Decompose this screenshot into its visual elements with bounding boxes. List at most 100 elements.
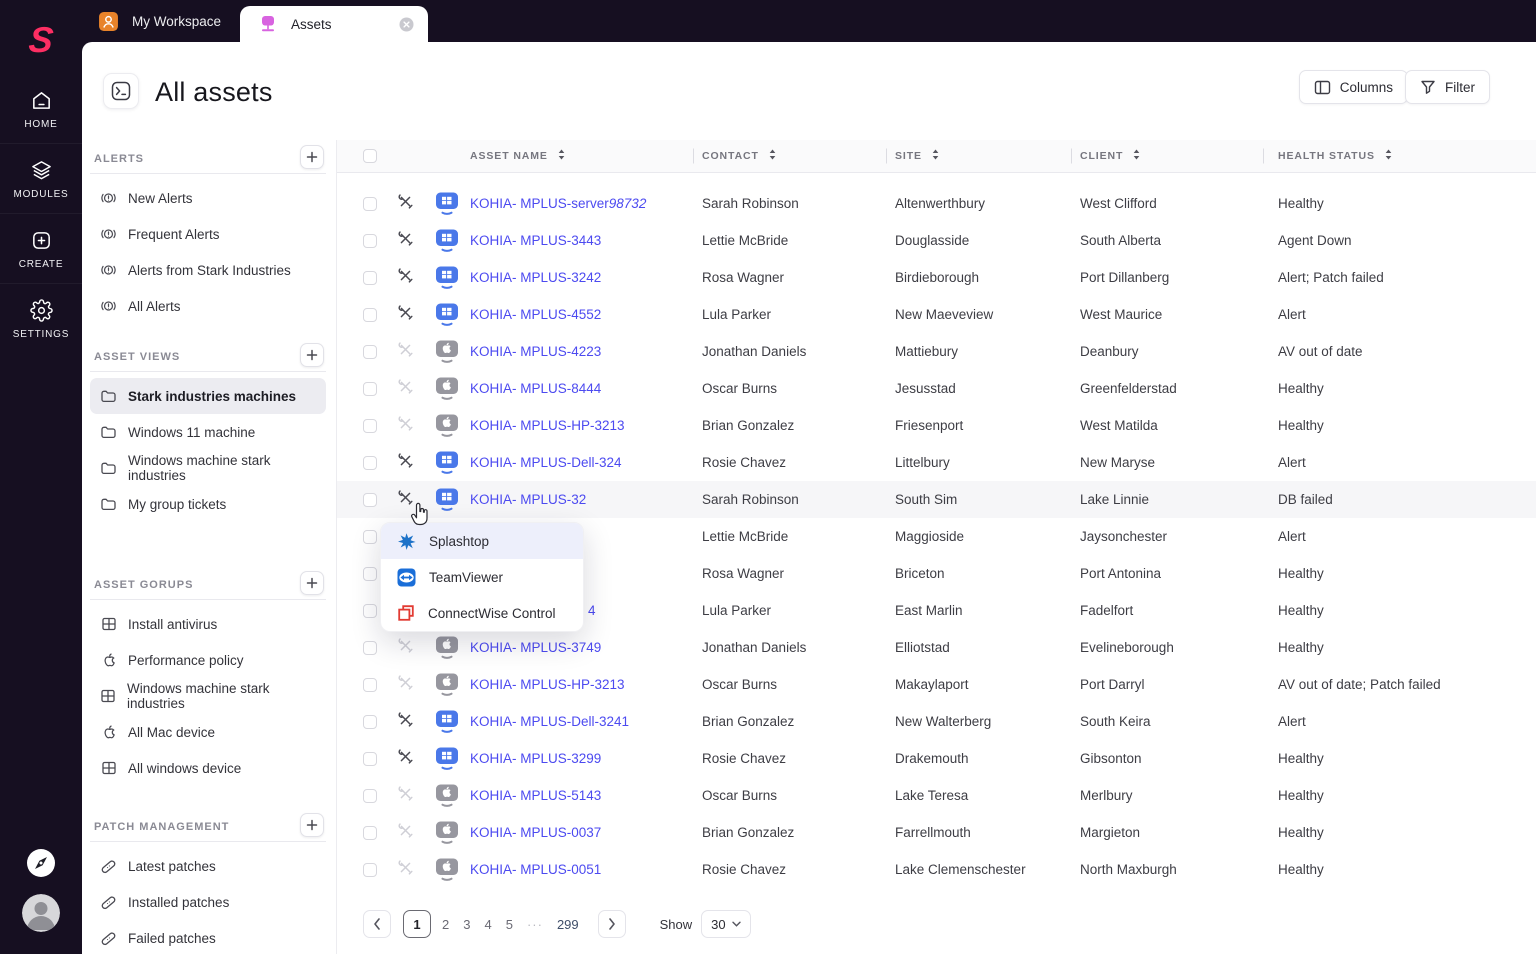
asset-name-link[interactable]: KOHIA- MPLUS-32 bbox=[470, 492, 586, 507]
remote-tools-icon[interactable] bbox=[397, 822, 414, 844]
remote-tools-icon[interactable] bbox=[397, 748, 414, 770]
row-checkbox[interactable] bbox=[363, 677, 377, 692]
menu-item-splashtop[interactable]: Splashtop bbox=[381, 523, 583, 559]
superops-logo[interactable]: S bbox=[26, 14, 55, 66]
asset-name-link[interactable]: KOHIA- MPLUS-8444 bbox=[470, 381, 601, 396]
asset-name-link[interactable]: KOHIA- MPLUS-3299 bbox=[470, 751, 601, 766]
page-number-3[interactable]: 3 bbox=[456, 910, 477, 938]
row-checkbox[interactable] bbox=[363, 455, 377, 470]
asset-name-link[interactable]: KOHIA- MPLUS-0037 bbox=[470, 825, 601, 840]
asset-name-link[interactable]: KOHIA- MPLUS-HP-3213 bbox=[470, 418, 625, 433]
row-checkbox[interactable] bbox=[363, 529, 377, 544]
columns-button[interactable]: Columns bbox=[1298, 70, 1408, 104]
page-number-2[interactable]: 2 bbox=[435, 910, 456, 938]
sidebar-item-all-windows-device[interactable]: All windows device bbox=[90, 750, 326, 786]
remote-tools-icon[interactable] bbox=[397, 304, 414, 326]
row-checkbox[interactable] bbox=[363, 418, 377, 433]
user-avatar[interactable] bbox=[22, 894, 60, 932]
remote-tools-icon[interactable] bbox=[397, 711, 414, 733]
sidebar-item-install-antivirus[interactable]: Install antivirus bbox=[90, 606, 326, 642]
sidebar-item-all-alerts[interactable]: All Alerts bbox=[90, 288, 326, 324]
row-checkbox[interactable] bbox=[363, 788, 377, 803]
remote-tools-icon[interactable] bbox=[397, 859, 414, 881]
menu-item-teamviewer[interactable]: TeamViewer bbox=[381, 559, 583, 595]
sort-icon[interactable] bbox=[1133, 149, 1140, 163]
asset-name-link[interactable]: KOHIA- MPLUS-3443 bbox=[470, 233, 601, 248]
remote-tools-icon[interactable] bbox=[397, 378, 414, 400]
remote-tools-icon[interactable] bbox=[397, 489, 414, 511]
row-checkbox[interactable] bbox=[363, 603, 377, 618]
remote-tools-icon[interactable] bbox=[397, 452, 414, 474]
sort-icon[interactable] bbox=[769, 149, 776, 163]
remote-tools-icon[interactable] bbox=[397, 637, 414, 659]
asset-name-link[interactable]: KOHIA- MPLUS-4552 bbox=[470, 307, 601, 322]
sidebar-item-stark-industries-machines[interactable]: Stark industries machines bbox=[90, 378, 326, 414]
sort-icon[interactable] bbox=[558, 149, 565, 163]
sort-icon[interactable] bbox=[1385, 149, 1392, 163]
sidebar-item-failed-patches[interactable]: Failed patches bbox=[90, 920, 326, 954]
close-tab-icon[interactable] bbox=[399, 17, 414, 32]
asset-name-link[interactable]: KOHIA- MPLUS-4223 bbox=[470, 344, 601, 359]
remote-tools-icon[interactable] bbox=[397, 341, 414, 363]
row-checkbox[interactable] bbox=[363, 344, 377, 359]
remote-tools-icon[interactable] bbox=[397, 193, 414, 215]
asset-name-link[interactable]: KOHIA- MPLUS-server98732 bbox=[470, 196, 646, 211]
rail-item-modules[interactable]: MODULES bbox=[0, 143, 82, 213]
row-checkbox[interactable] bbox=[363, 196, 377, 211]
remote-tools-icon[interactable] bbox=[397, 674, 414, 696]
tab-my-workspace[interactable]: My Workspace bbox=[98, 0, 221, 42]
row-checkbox[interactable] bbox=[363, 381, 377, 396]
row-checkbox[interactable] bbox=[363, 307, 377, 322]
remote-tools-icon[interactable] bbox=[397, 415, 414, 437]
row-checkbox[interactable] bbox=[363, 640, 377, 655]
row-checkbox[interactable] bbox=[363, 862, 377, 877]
row-checkbox[interactable] bbox=[363, 566, 377, 581]
row-checkbox[interactable] bbox=[363, 751, 377, 766]
add-patch-management-button[interactable] bbox=[300, 812, 324, 837]
add-alerts-button[interactable] bbox=[300, 144, 324, 169]
sidebar-item-my-group-tickets[interactable]: My group tickets bbox=[90, 486, 326, 522]
select-all-checkbox[interactable] bbox=[363, 149, 377, 163]
sidebar-item-windows-machine-stark-industries[interactable]: Windows machine stark industries bbox=[90, 678, 326, 714]
filter-button[interactable]: Filter bbox=[1405, 70, 1490, 104]
next-page-button[interactable] bbox=[597, 910, 626, 938]
rail-item-settings[interactable]: SETTINGS bbox=[0, 283, 82, 353]
sort-icon[interactable] bbox=[932, 149, 939, 163]
sidebar-item-frequent-alerts[interactable]: Frequent Alerts bbox=[90, 216, 326, 252]
sidebar-item-windows-machine-stark-industries[interactable]: Windows machine stark industries bbox=[90, 450, 326, 486]
row-checkbox[interactable] bbox=[363, 270, 377, 285]
sidebar-item-windows-11-machine[interactable]: Windows 11 machine bbox=[90, 414, 326, 450]
asset-name-link[interactable]: KOHIA- MPLUS-Dell-3241 bbox=[470, 714, 629, 729]
compass-icon[interactable] bbox=[26, 848, 56, 878]
asset-name-link[interactable]: KOHIA- MPLUS-3749 bbox=[470, 640, 601, 655]
rail-item-create[interactable]: CREATE bbox=[0, 213, 82, 283]
add-asset-views-button[interactable] bbox=[300, 342, 324, 367]
sidebar-item-alerts-from-stark-industries[interactable]: Alerts from Stark Industries bbox=[90, 252, 326, 288]
row-checkbox[interactable] bbox=[363, 492, 377, 507]
page-number-1[interactable]: 1 bbox=[403, 910, 431, 938]
view-switcher-button[interactable] bbox=[103, 73, 139, 109]
sidebar-item-performance-policy[interactable]: Performance policy bbox=[90, 642, 326, 678]
remote-tools-icon[interactable] bbox=[397, 785, 414, 807]
row-checkbox[interactable] bbox=[363, 233, 377, 248]
asset-name-link[interactable]: KOHIA- MPLUS-3242 bbox=[470, 270, 601, 285]
prev-page-button[interactable] bbox=[363, 910, 391, 938]
page-number-4[interactable]: 4 bbox=[477, 910, 498, 938]
sidebar-item-new-alerts[interactable]: New Alerts bbox=[90, 180, 326, 216]
sidebar-item-all-mac-device[interactable]: All Mac device bbox=[90, 714, 326, 750]
page-number-5[interactable]: 5 bbox=[499, 910, 520, 938]
asset-name-link[interactable]: KOHIA- MPLUS-5143 bbox=[470, 788, 601, 803]
tab-assets[interactable]: Assets bbox=[240, 6, 428, 42]
asset-name-link[interactable]: KOHIA- MPLUS-Dell-324 bbox=[470, 455, 622, 470]
page-number-299[interactable]: 299 bbox=[550, 910, 586, 938]
row-checkbox[interactable] bbox=[363, 714, 377, 729]
add-asset-gorups-button[interactable] bbox=[300, 570, 324, 595]
sidebar-item-latest-patches[interactable]: Latest patches bbox=[90, 848, 326, 884]
sidebar-item-installed-patches[interactable]: Installed patches bbox=[90, 884, 326, 920]
asset-name-link[interactable]: KOHIA- MPLUS-HP-3213 bbox=[470, 677, 625, 692]
page-size-select[interactable]: 30 bbox=[701, 910, 751, 938]
remote-tools-icon[interactable] bbox=[397, 267, 414, 289]
remote-tools-icon[interactable] bbox=[397, 230, 414, 252]
row-checkbox[interactable] bbox=[363, 825, 377, 840]
asset-name-link[interactable]: KOHIA- MPLUS-0051 bbox=[470, 862, 601, 877]
